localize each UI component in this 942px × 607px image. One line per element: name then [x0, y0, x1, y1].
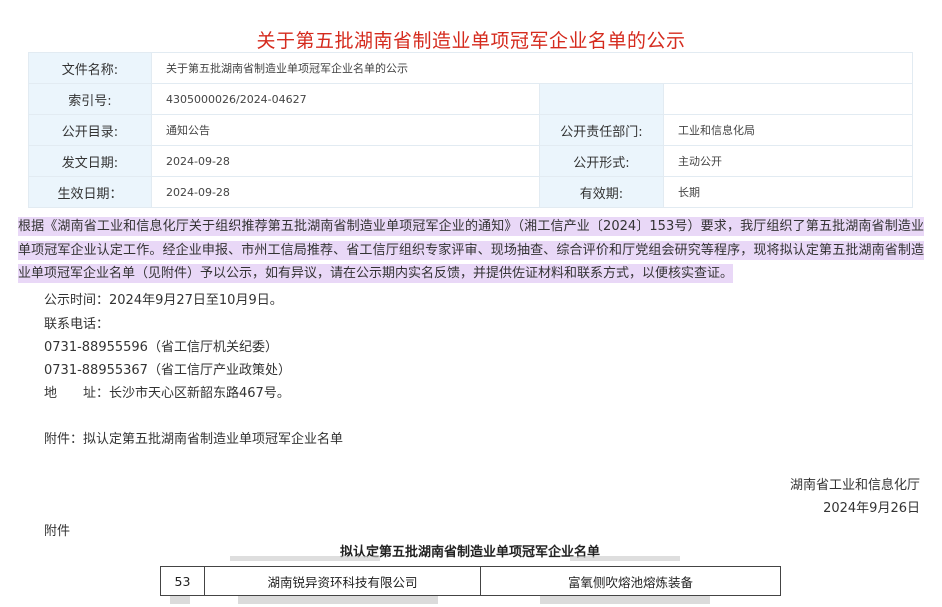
attachment-heading: 附件	[44, 524, 71, 539]
filename-label: 文件名称:	[28, 52, 152, 84]
index-label: 索引号:	[28, 83, 152, 115]
catalog-value: 通知公告	[151, 114, 540, 146]
clipped-row-above	[160, 556, 780, 565]
clipped-row-below	[160, 592, 780, 607]
validity-value: 长期	[662, 176, 914, 208]
clipped-text-fragment	[230, 556, 380, 561]
validity-label: 有效期:	[539, 176, 664, 208]
form-value: 主动公开	[662, 145, 914, 177]
clipped-text-fragment	[540, 596, 710, 604]
contact-label: 联系电话：	[44, 317, 110, 332]
document-meta-table: 文件名称: 关于第五批湖南省制造业单项冠军企业名单的公示 索引号: 430500…	[28, 52, 914, 208]
attachment-link[interactable]: 附件：拟认定第五批湖南省制造业单项冠军企业名单	[44, 428, 343, 447]
address: 地 址：长沙市天心区新韶东路467号。	[44, 386, 290, 401]
phone-2: 0731-88955367（省工信厅产业政策处）	[44, 363, 291, 378]
signing-date: 2024年9月26日	[823, 501, 920, 516]
date-value: 2024-09-28	[151, 145, 540, 177]
highlighted-paragraph-text: 根据《湖南省工业和信息化厅关于组织推荐第五批湖南省制造业单项冠军企业的通知》（湘…	[18, 217, 924, 283]
empty-value-cell	[662, 83, 914, 115]
dept-label: 公开责任部门:	[539, 114, 664, 146]
filename-value: 关于第五批湖南省制造业单项冠军企业名单的公示	[150, 52, 914, 84]
catalog-label: 公开目录:	[28, 114, 152, 146]
phone-1: 0731-88955596（省工信厅机关纪委）	[44, 340, 278, 355]
empty-label-cell	[539, 83, 664, 115]
clipped-text-fragment	[570, 556, 680, 561]
form-label: 公开形式:	[539, 145, 664, 177]
dept-value: 工业和信息化局	[662, 114, 914, 146]
body-paragraph: 根据《湖南省工业和信息化厅关于组织推荐第五批湖南省制造业单项冠军企业的通知》（湘…	[18, 215, 924, 286]
index-value: 4305000026/2024-04627	[151, 83, 540, 115]
date-label: 发文日期:	[28, 145, 152, 177]
signing-organization: 湖南省工业和信息化厅	[789, 478, 920, 493]
notice-time: 公示时间：2024年9月27日至10月9日。	[44, 293, 283, 308]
effective-label: 生效日期：	[28, 176, 152, 208]
page-title: 关于第五批湖南省制造业单项冠军企业名单的公示	[256, 30, 686, 52]
clipped-text-fragment	[238, 596, 438, 604]
effective-value: 2024-09-28	[151, 176, 540, 208]
clipped-text-fragment	[170, 596, 190, 604]
